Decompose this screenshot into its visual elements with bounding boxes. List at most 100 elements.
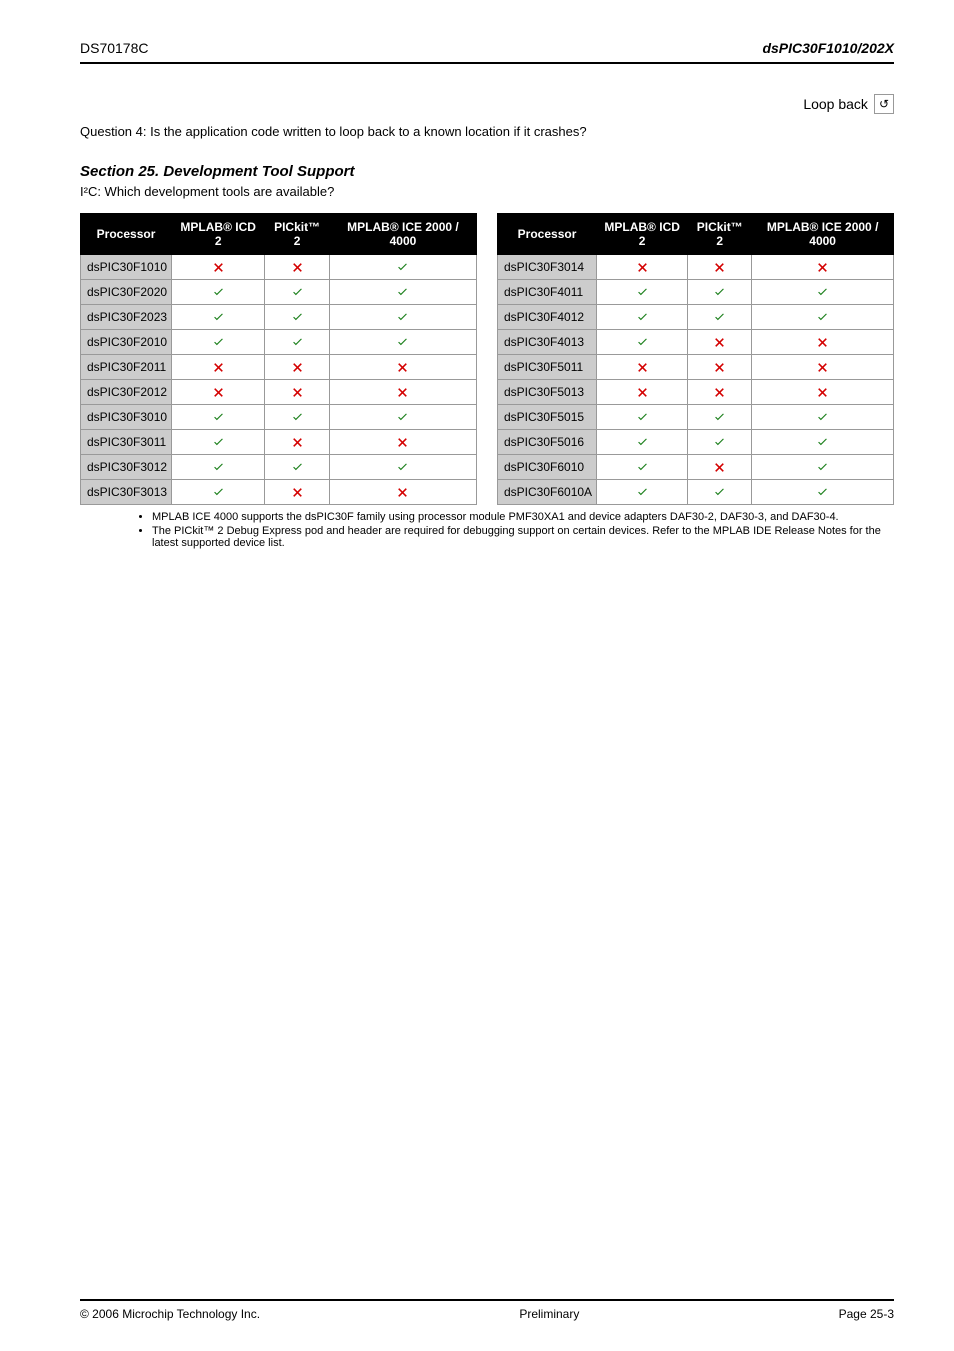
check-icon: [816, 486, 829, 499]
cell-pickit2: [688, 255, 752, 280]
cell-ice: [329, 430, 476, 455]
processor-cell: dsPIC30F2023: [81, 305, 172, 330]
check-icon: [396, 261, 409, 274]
cell-ice: [752, 305, 894, 330]
cell-icd2: [172, 455, 265, 480]
table-row: dsPIC30F3013: [81, 480, 477, 505]
loop-back-label: Loop back: [803, 96, 868, 112]
check-icon: [396, 336, 409, 349]
cell-icd2: [597, 380, 688, 405]
cell-pickit2: [688, 455, 752, 480]
check-icon: [713, 411, 726, 424]
cell-ice: [329, 355, 476, 380]
cross-icon: [396, 486, 409, 499]
processor-cell: dsPIC30F2020: [81, 280, 172, 305]
check-icon: [713, 436, 726, 449]
cell-icd2: [172, 430, 265, 455]
processor-cell: dsPIC30F3011: [81, 430, 172, 455]
table-row: dsPIC30F2010: [81, 330, 477, 355]
processor-cell: dsPIC30F4013: [498, 330, 597, 355]
footer-right: Page 25-3: [839, 1307, 894, 1321]
cross-icon: [212, 361, 225, 374]
cell-pickit2: [265, 380, 330, 405]
cross-icon: [291, 261, 304, 274]
check-icon: [291, 336, 304, 349]
check-icon: [816, 311, 829, 324]
check-icon: [291, 461, 304, 474]
cross-icon: [396, 386, 409, 399]
cross-icon: [713, 261, 726, 274]
cell-ice: [329, 330, 476, 355]
cell-pickit2: [265, 330, 330, 355]
check-icon: [212, 436, 225, 449]
processor-cell: dsPIC30F6010: [498, 455, 597, 480]
section-title: Section 25. Development Tool Support: [80, 163, 894, 180]
cell-pickit2: [265, 305, 330, 330]
processor-cell: dsPIC30F2011: [81, 355, 172, 380]
check-icon: [636, 286, 649, 299]
table-row: dsPIC30F6010: [498, 455, 894, 480]
cross-icon: [816, 361, 829, 374]
header-right: dsPIC30F1010/202X: [762, 40, 894, 56]
loop-back-link[interactable]: Loop back ↺: [803, 94, 894, 114]
cell-icd2: [172, 280, 265, 305]
question-text: Question 4: Is the application code writ…: [80, 124, 894, 139]
table-notes: MPLAB ICE 4000 supports the dsPIC30F fam…: [112, 511, 894, 549]
cross-icon: [636, 261, 649, 274]
cell-icd2: [597, 330, 688, 355]
cell-icd2: [597, 280, 688, 305]
processor-cell: dsPIC30F5011: [498, 355, 597, 380]
processor-cell: dsPIC30F2010: [81, 330, 172, 355]
cell-icd2: [597, 305, 688, 330]
table-row: dsPIC30F2012: [81, 380, 477, 405]
check-icon: [212, 461, 225, 474]
cell-icd2: [597, 455, 688, 480]
table-row: dsPIC30F3014: [498, 255, 894, 280]
cell-ice: [329, 280, 476, 305]
check-icon: [816, 436, 829, 449]
check-icon: [816, 411, 829, 424]
col-icd2: MPLAB® ICD 2: [172, 214, 265, 255]
check-icon: [396, 411, 409, 424]
cell-ice: [752, 455, 894, 480]
cross-icon: [396, 361, 409, 374]
cell-icd2: [172, 480, 265, 505]
check-icon: [816, 461, 829, 474]
section-subtitle: I²C: Which development tools are availab…: [80, 184, 894, 199]
cross-icon: [713, 336, 726, 349]
col-ice: MPLAB® ICE 2000 / 4000: [752, 214, 894, 255]
note-item: MPLAB ICE 4000 supports the dsPIC30F fam…: [152, 511, 894, 523]
check-icon: [636, 486, 649, 499]
col-processor: Processor: [498, 214, 597, 255]
cell-ice: [752, 480, 894, 505]
cell-ice: [329, 305, 476, 330]
cell-icd2: [172, 380, 265, 405]
col-pickit2: PICkit™ 2: [265, 214, 330, 255]
check-icon: [636, 436, 649, 449]
cross-icon: [713, 386, 726, 399]
cell-ice: [329, 405, 476, 430]
cell-ice: [752, 405, 894, 430]
check-icon: [636, 336, 649, 349]
table-row: dsPIC30F2020: [81, 280, 477, 305]
cell-ice: [752, 380, 894, 405]
cross-icon: [291, 361, 304, 374]
cell-pickit2: [688, 305, 752, 330]
header-rule: [80, 62, 894, 64]
header-left: DS70178C: [80, 40, 149, 56]
table-row: dsPIC30F6010A: [498, 480, 894, 505]
table-row: dsPIC30F4011: [498, 280, 894, 305]
cell-ice: [329, 255, 476, 280]
table-row: dsPIC30F2011: [81, 355, 477, 380]
cell-icd2: [172, 330, 265, 355]
compat-table-right: ProcessorMPLAB® ICD 2PICkit™ 2MPLAB® ICE…: [497, 213, 894, 505]
check-icon: [212, 311, 225, 324]
check-icon: [396, 461, 409, 474]
cell-icd2: [597, 405, 688, 430]
check-icon: [396, 286, 409, 299]
table-row: dsPIC30F1010: [81, 255, 477, 280]
cell-pickit2: [688, 280, 752, 305]
check-icon: [212, 286, 225, 299]
check-icon: [291, 311, 304, 324]
cell-ice: [329, 480, 476, 505]
